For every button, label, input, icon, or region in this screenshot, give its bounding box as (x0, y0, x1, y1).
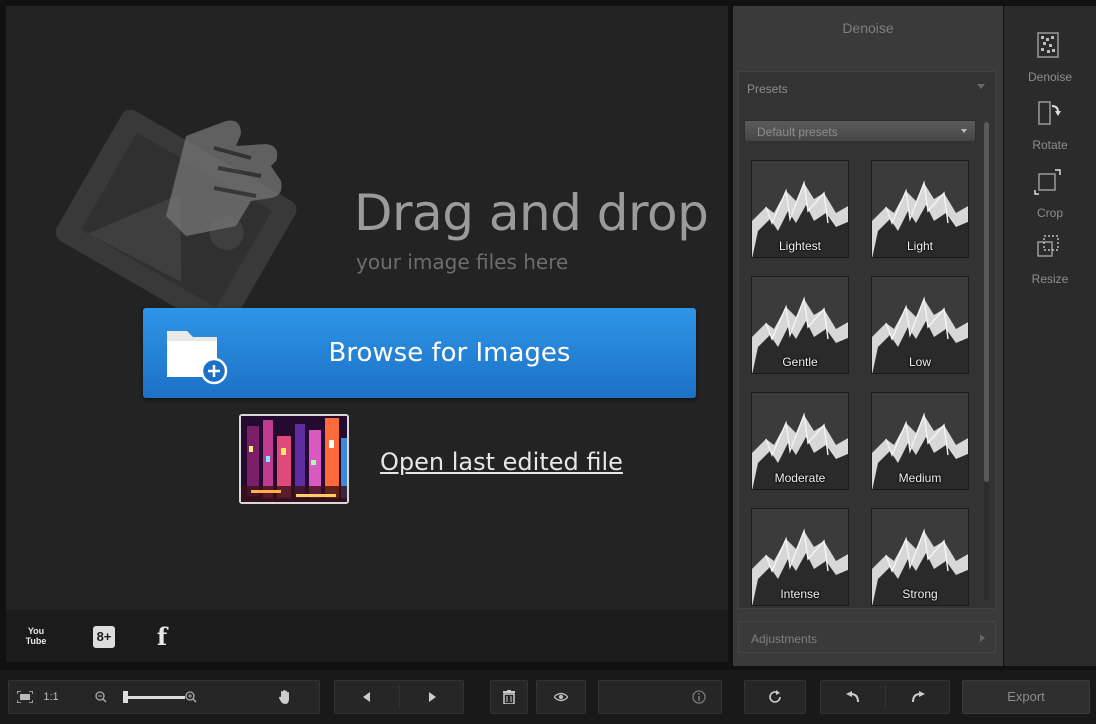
eye-icon (553, 692, 569, 702)
presets-dropdown[interactable]: Default presets (744, 120, 976, 142)
preset-label: Light (906, 239, 934, 253)
browse-images-button[interactable]: Browse for Images (143, 308, 696, 398)
undo-button[interactable] (821, 681, 885, 713)
adjustments-label: Adjustments (751, 632, 818, 646)
tool-label: Denoise (1027, 70, 1073, 84)
delete-button[interactable] (491, 681, 527, 713)
refresh-icon (769, 690, 781, 703)
hand-icon (279, 690, 289, 704)
fit-screen-button[interactable] (13, 681, 37, 713)
zoom-out-icon (95, 691, 107, 703)
undo-icon (846, 691, 859, 703)
redo-button[interactable] (886, 681, 950, 713)
preset-thumbnail[interactable]: Medium (871, 392, 969, 490)
redo-icon (912, 691, 925, 703)
fit-screen-icon (16, 690, 34, 704)
info-group (598, 680, 722, 714)
drop-zone[interactable]: Drag and drop your image files here Brow… (6, 6, 728, 610)
presets-group: Presets Default presets Lightest Light Gen… (738, 71, 996, 609)
tool-resize[interactable]: Resize (1004, 222, 1096, 286)
facebook-icon[interactable]: f (151, 625, 173, 649)
city-night-thumbnail-icon (241, 416, 347, 502)
tool-label: Rotate (1032, 138, 1068, 152)
dropdown-arrow-icon (961, 129, 967, 133)
tool-bar: Denoise Rotate Crop Resize (1004, 6, 1096, 666)
crop-icon (1034, 169, 1061, 195)
adjustments-header[interactable]: Adjustments (738, 621, 996, 653)
tool-crop[interactable]: Crop (1004, 156, 1096, 220)
tool-rotate[interactable]: Rotate (1004, 88, 1096, 152)
presets-scrollbar[interactable] (984, 122, 989, 600)
history-group (820, 680, 950, 714)
presets-header-label: Presets (747, 82, 788, 96)
social-bar: You Tube 8+ f (6, 610, 728, 662)
preset-thumbnail[interactable]: Low (871, 276, 969, 374)
bottom-toolbar: 1:1 Export (0, 670, 1096, 724)
tool-label: Resize (1031, 272, 1069, 286)
preset-label: Lightest (778, 239, 822, 253)
trash-icon (503, 690, 515, 705)
preset-label: Intense (780, 587, 820, 601)
chevron-down-icon (977, 84, 985, 89)
last-file-thumbnail[interactable] (239, 414, 349, 504)
actual-size-button[interactable]: 1:1 (39, 681, 63, 713)
preset-thumbnail[interactable]: Strong (871, 508, 969, 606)
denoise-icon (1037, 32, 1059, 58)
preview-group (536, 680, 586, 714)
info-icon (692, 690, 706, 704)
presets-header[interactable]: Presets (739, 72, 995, 104)
app-window: Drag and drop your image files here Brow… (0, 0, 1096, 724)
resize-icon (1037, 235, 1059, 257)
nav-group (334, 680, 464, 714)
zoom-in-icon (185, 691, 197, 703)
next-button[interactable] (400, 681, 464, 713)
tool-denoise[interactable]: Denoise (1004, 20, 1096, 84)
preset-thumbnail[interactable]: Gentle (751, 276, 849, 374)
preset-thumbnail[interactable]: Moderate (751, 392, 849, 490)
drag-drop-title: Drag and drop (354, 184, 709, 242)
reset-button[interactable] (745, 681, 805, 713)
preset-label: Low (908, 355, 931, 369)
zoom-slider[interactable] (127, 696, 185, 699)
arrow-left-icon (363, 692, 370, 702)
presets-dropdown-value: Default presets (757, 125, 838, 139)
preset-thumbnail[interactable]: Lightest (751, 160, 849, 258)
panel-title: Denoise (842, 20, 894, 36)
arrow-right-icon (429, 692, 436, 702)
tool-label: Crop (1036, 206, 1063, 220)
preset-label: Moderate (774, 471, 826, 485)
open-last-file-link[interactable]: Open last edited file (380, 448, 623, 476)
denoise-panel: Denoise Presets Default presets Lightest… (733, 6, 1003, 666)
previous-button[interactable] (335, 681, 399, 713)
zoom-group: 1:1 (8, 680, 320, 714)
info-button[interactable] (679, 681, 719, 713)
browse-images-label: Browse for Images (328, 338, 571, 368)
rotate-icon (1038, 101, 1061, 125)
preset-thumbnail[interactable]: Intense (751, 508, 849, 606)
reset-group (744, 680, 806, 714)
export-button[interactable]: Export (962, 680, 1090, 714)
youtube-icon[interactable]: You Tube (25, 626, 47, 648)
scrollbar-thumb[interactable] (984, 122, 989, 482)
google-plus-icon[interactable]: 8+ (93, 626, 115, 648)
preset-thumbnail[interactable]: Light (871, 160, 969, 258)
zoom-out-button[interactable] (91, 681, 111, 713)
chevron-right-icon (980, 634, 985, 642)
preview-button[interactable] (537, 681, 585, 713)
preset-label: Strong (902, 587, 938, 601)
zoom-in-button[interactable] (181, 681, 201, 713)
drag-drop-subtitle: your image files here (356, 250, 569, 274)
delete-group (490, 680, 528, 714)
preset-label: Medium (898, 471, 942, 485)
pan-hand-button[interactable] (271, 681, 299, 713)
preset-label: Gentle (782, 355, 818, 369)
